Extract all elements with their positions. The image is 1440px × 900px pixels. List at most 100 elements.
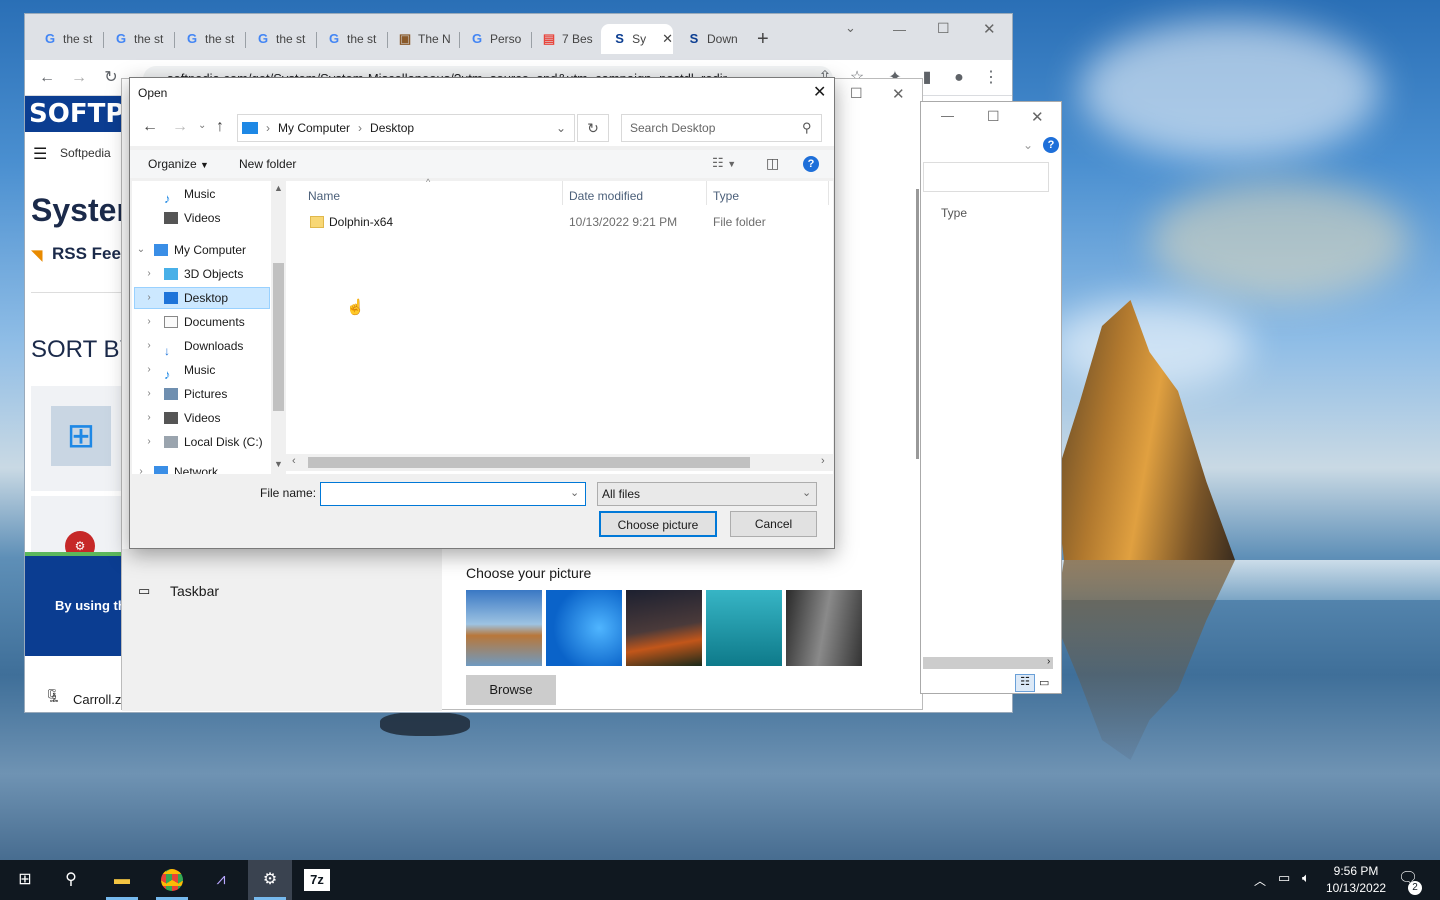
file-type-select[interactable]: All files: [597, 482, 817, 506]
settings-icon[interactable]: ⚙: [255, 866, 285, 894]
recent-locations-icon[interactable]: ⌄: [198, 120, 206, 131]
menu-label[interactable]: Softpedia: [60, 146, 111, 160]
picture-thumbnail-1[interactable]: [466, 590, 542, 666]
help-icon[interactable]: ?: [1043, 137, 1059, 153]
forward-icon[interactable]: →: [69, 68, 89, 88]
breadcrumb-desktop[interactable]: Desktop: [370, 121, 414, 135]
tiles-view-icon[interactable]: ▭: [1039, 676, 1049, 689]
maximize-button[interactable]: ☐: [850, 85, 863, 102]
close-button[interactable]: ✕: [1031, 108, 1044, 126]
choose-picture-button[interactable]: Choose picture: [599, 511, 717, 537]
chevron-down-icon[interactable]: ⌄: [570, 486, 579, 499]
scroll-up-icon[interactable]: ▲: [274, 183, 283, 193]
forward-icon[interactable]: →: [172, 118, 188, 136]
expand-icon[interactable]: ›: [144, 388, 154, 399]
browser-tab-4[interactable]: Gthe st: [244, 24, 314, 54]
tree-item-downloads[interactable]: ↓ Downloads: [164, 335, 243, 358]
column-name[interactable]: Name: [308, 189, 340, 203]
tree-item-my-computer[interactable]: My Computer: [154, 239, 246, 261]
details-view-icon[interactable]: ☷: [1015, 674, 1035, 692]
tree-item-3d-objects[interactable]: 3D Objects: [164, 263, 243, 285]
tree-item-music-2[interactable]: ♪ Music: [164, 359, 215, 382]
scrollbar-thumb[interactable]: [308, 457, 750, 468]
back-icon[interactable]: ←: [142, 118, 158, 136]
view-options-icon[interactable]: ☷ ▼: [712, 155, 736, 171]
browser-tab-7[interactable]: G Perso: [458, 24, 530, 54]
picture-thumbnail-3[interactable]: [626, 590, 702, 666]
close-button[interactable]: ✕: [892, 85, 905, 103]
back-icon[interactable]: ←: [37, 68, 57, 88]
chevron-up-icon[interactable]: ︿: [1254, 872, 1266, 889]
maximize-button[interactable]: ☐: [937, 20, 950, 37]
browser-tab-10[interactable]: S Down: [675, 24, 755, 54]
close-icon[interactable]: ✕: [813, 82, 826, 102]
windows-app-icon[interactable]: ⊞: [51, 406, 111, 466]
browse-button[interactable]: Browse: [466, 675, 556, 705]
tree-item-pictures[interactable]: Pictures: [164, 383, 227, 405]
clock[interactable]: 9:56 PM 10/13/2022: [1326, 864, 1386, 895]
menu-icon[interactable]: ⋮: [981, 68, 1001, 88]
breadcrumb-my-computer[interactable]: My Computer: [278, 121, 350, 135]
browser-tab-2[interactable]: Gthe st: [102, 24, 172, 54]
softpedia-logo[interactable]: SOFTPE: [25, 96, 125, 132]
volume-icon[interactable]: 🔈︎: [1302, 870, 1310, 886]
column-type[interactable]: Type: [941, 206, 967, 220]
app-icon[interactable]: ⩘: [206, 866, 236, 894]
close-tab-icon[interactable]: ✕: [662, 31, 673, 47]
refresh-icon[interactable]: ↻: [577, 114, 609, 142]
scrollbar-thumb[interactable]: [273, 263, 284, 411]
tree-scrollbar[interactable]: ▲ ▼: [271, 181, 286, 474]
picture-thumbnail-2[interactable]: [546, 590, 622, 666]
browser-tab-6[interactable]: ▣ The N: [386, 24, 458, 54]
picture-thumbnail-5[interactable]: [786, 590, 862, 666]
browser-tab-1[interactable]: Gthe st: [31, 24, 101, 54]
tree-item-videos-2[interactable]: Videos: [164, 407, 220, 429]
maximize-button[interactable]: ☐: [987, 108, 1000, 125]
chevron-down-icon[interactable]: ⌄: [845, 20, 856, 36]
search-icon[interactable]: ⚲: [802, 120, 812, 136]
tree-item-documents[interactable]: Documents: [164, 311, 245, 333]
close-button[interactable]: ✕: [983, 20, 996, 38]
collapse-icon[interactable]: ⌄: [136, 244, 146, 255]
file-explorer-icon[interactable]: ▬: [107, 866, 137, 894]
column-date-modified[interactable]: Date modified: [569, 189, 643, 203]
expand-icon[interactable]: ›: [144, 436, 154, 447]
browser-tab-8[interactable]: ▤ 7 Bes: [530, 24, 600, 54]
picture-thumbnail-4[interactable]: [706, 590, 782, 666]
search-input[interactable]: Search Desktop: [621, 114, 822, 142]
breadcrumb[interactable]: › My Computer › Desktop ⌄: [237, 114, 575, 142]
profile-icon[interactable]: ●: [949, 68, 969, 88]
file-list-hscrollbar[interactable]: ‹ ›: [286, 454, 833, 471]
cancel-button[interactable]: Cancel: [730, 511, 817, 537]
help-icon[interactable]: ?: [803, 156, 819, 172]
chevron-down-icon[interactable]: ⌄: [1023, 138, 1033, 152]
preview-pane-icon[interactable]: ◫: [766, 155, 779, 172]
start-icon[interactable]: ⊞: [10, 866, 40, 894]
minimize-button[interactable]: —: [893, 22, 906, 37]
nav-taskbar[interactable]: Taskbar: [170, 583, 219, 599]
chrome-icon[interactable]: [157, 866, 187, 894]
tree-item-network[interactable]: Network: [154, 461, 218, 474]
tree-item-desktop[interactable]: Desktop: [164, 287, 228, 309]
rss-feed-link[interactable]: RSS Feed: [52, 244, 131, 264]
expand-icon[interactable]: ›: [144, 412, 154, 423]
download-item[interactable]: Carroll.zi: [73, 692, 124, 707]
expand-icon[interactable]: ›: [144, 364, 154, 375]
scroll-left-icon[interactable]: ‹: [292, 455, 296, 467]
file-name-input[interactable]: [320, 482, 586, 506]
7zip-icon[interactable]: 7z: [304, 869, 330, 891]
scroll-down-icon[interactable]: ▼: [274, 459, 283, 469]
tree-item-local-disk[interactable]: Local Disk (C:): [164, 431, 263, 453]
file-row[interactable]: Dolphin-x64 10/13/2022 9:21 PM File fold…: [286, 211, 826, 233]
organize-button[interactable]: Organize ▼: [148, 157, 209, 171]
up-icon[interactable]: ↑: [216, 118, 224, 136]
expand-icon[interactable]: ›: [144, 316, 154, 327]
browser-tab-3[interactable]: Gthe st: [173, 24, 243, 54]
column-type[interactable]: Type: [713, 189, 739, 203]
expand-icon[interactable]: ›: [144, 340, 154, 351]
minimize-button[interactable]: —: [941, 108, 954, 123]
expand-icon[interactable]: ›: [144, 292, 154, 303]
network-icon[interactable]: ▭: [1278, 870, 1290, 886]
new-tab-button[interactable]: +: [757, 28, 769, 51]
scroll-right-icon[interactable]: ›: [1047, 656, 1050, 667]
